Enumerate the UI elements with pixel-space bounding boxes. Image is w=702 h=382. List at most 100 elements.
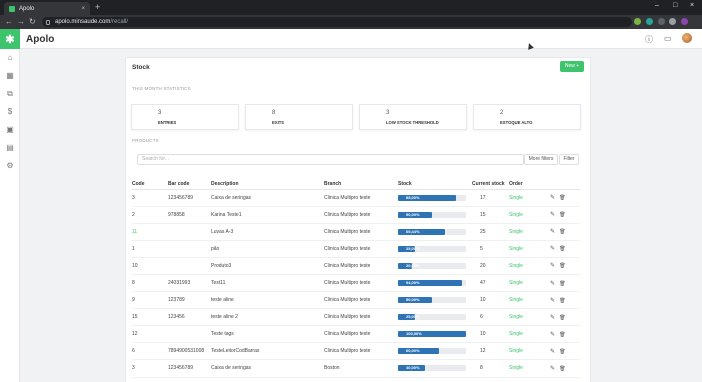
profile-icon[interactable]	[681, 18, 688, 25]
filter-button[interactable]: Filter	[559, 154, 579, 165]
edit-icon[interactable]: ✎	[550, 263, 555, 269]
more-filters-button[interactable]: More filters	[524, 154, 558, 165]
workflow-icon[interactable]: ⧉	[5, 89, 15, 99]
minimize-icon[interactable]: –	[655, 2, 659, 9]
cell-current-stock: 12	[472, 342, 509, 361]
avatar[interactable]	[682, 33, 692, 43]
tab-close-icon[interactable]: ×	[81, 6, 85, 12]
delete-icon[interactable]: 🗑	[559, 263, 565, 269]
finance-icon[interactable]: $	[5, 107, 15, 117]
edit-icon[interactable]: ✎	[550, 366, 555, 372]
stat-card-high-stock: 2 ESTOQUE ALTO	[473, 104, 581, 130]
address-bar[interactable]: apolo.minsaude.com /recall/	[42, 17, 632, 27]
delete-icon[interactable]: 🗑	[559, 212, 565, 218]
cell-description: Caixa de seringas	[211, 189, 324, 207]
stock-bag-icon[interactable]: ▣	[5, 125, 15, 135]
col-order[interactable]: Order	[509, 179, 550, 190]
forward-icon[interactable]: →	[17, 17, 25, 27]
maximize-icon[interactable]: □	[673, 2, 677, 9]
edit-icon[interactable]: ✎	[550, 315, 555, 321]
calendar-icon[interactable]: ▦	[5, 71, 15, 81]
delete-icon[interactable]: 🗑	[559, 332, 565, 338]
stat-card-exits: 8 EXITS	[245, 104, 353, 130]
cell-order: Single	[509, 274, 550, 293]
cell-code: 9	[132, 291, 168, 310]
delete-icon[interactable]: 🗑	[559, 298, 565, 304]
edit-icon[interactable]: ✎	[550, 281, 555, 287]
stock-card: Stock New + THIS MONTH STATISTICS 3 ENTR…	[125, 57, 591, 382]
col-code[interactable]: Code	[132, 179, 168, 190]
table-icon[interactable]: ▤	[5, 143, 15, 153]
search-input[interactable]: Search for...	[137, 154, 524, 165]
col-stock[interactable]: Stock	[398, 179, 472, 190]
table-row[interactable]: 6 7894900531008 TesteLeitorCodBarras Clinic…	[132, 342, 580, 361]
edit-icon[interactable]: ✎	[550, 195, 555, 201]
cell-branch: Clinica Multipro teste	[324, 223, 398, 241]
table-row[interactable]: 8 24031993 Test11 Clinica Multipro teste 94,…	[132, 274, 580, 293]
extensions-puzzle-icon[interactable]	[669, 18, 676, 25]
app-logo-icon[interactable]: ✱	[0, 29, 20, 49]
table-row[interactable]: 11 Luvas A-3 Clinica Multipro teste 69,44% 2…	[132, 223, 580, 241]
delete-icon[interactable]: 🗑	[559, 246, 565, 252]
products-table: Code Bar code Description Branch Stock C…	[132, 179, 580, 382]
delete-icon[interactable]: 🗑	[559, 229, 565, 235]
edit-icon[interactable]: ✎	[550, 229, 555, 235]
cell-branch: Boston	[324, 359, 398, 378]
close-window-icon[interactable]: ×	[690, 2, 694, 9]
help-icon[interactable]: ⓘ	[645, 34, 653, 45]
cell-branch: Clinica Multipro teste	[324, 308, 398, 327]
cell-barcode: 978858	[168, 206, 211, 224]
col-current-stock[interactable]: Current stock	[472, 179, 509, 190]
browser-tab[interactable]: Apolo ×	[4, 2, 90, 15]
table-row[interactable]: 2 978858 Karina Teste1 Clinica Multipro tes…	[132, 206, 580, 224]
delete-icon[interactable]: 🗑	[559, 281, 565, 287]
extension-icon[interactable]	[634, 18, 641, 25]
edit-icon[interactable]: ✎	[550, 298, 555, 304]
delete-icon[interactable]: 🗑	[559, 349, 565, 355]
extension-icon[interactable]	[646, 18, 653, 25]
edit-icon[interactable]: ✎	[550, 212, 555, 218]
cell-barcode	[168, 377, 211, 382]
col-branch[interactable]: Branch	[324, 179, 398, 190]
cell-barcode: 123789	[168, 291, 211, 310]
cell-description: pão	[211, 240, 324, 258]
cell-actions: ✎ 🗑	[550, 342, 580, 361]
table-row[interactable]: 9 123789 teste aline Clinica Multipro teste…	[132, 291, 580, 310]
stock-progress-bar: 94,00%	[398, 280, 466, 287]
table-row[interactable]: 15 123456 teste aline 2 Clinica Multipro te…	[132, 308, 580, 327]
col-barcode[interactable]: Bar code	[168, 179, 211, 190]
cell-stock: 40,00%	[398, 359, 472, 378]
home-icon[interactable]: ⌂	[5, 53, 15, 63]
edit-icon[interactable]: ✎	[550, 332, 555, 338]
settings-gear-icon[interactable]: ⚙	[5, 161, 15, 171]
chat-icon[interactable]: ▭	[664, 34, 672, 43]
cell-code: 12	[132, 325, 168, 344]
edit-icon[interactable]: ✎	[550, 349, 555, 355]
back-icon[interactable]: ←	[5, 17, 13, 27]
new-button[interactable]: New +	[560, 61, 584, 72]
table-row[interactable]: 10 Produto3Boston20,00%20Single✎ 🗑	[132, 377, 580, 382]
cell-barcode	[168, 223, 211, 241]
stat-value: 8	[272, 110, 276, 116]
table-row[interactable]: 10 Produto3 Clinica Multipro teste 20,00% 20…	[132, 257, 580, 275]
reload-icon[interactable]: ↻	[29, 17, 36, 27]
table-row[interactable]: 12 Teste tags Clinica Multipro teste 100,00…	[132, 325, 580, 344]
cell-actions: ✎ 🗑	[550, 359, 580, 378]
delete-icon[interactable]: 🗑	[559, 315, 565, 321]
cell-description: Karina Teste1	[211, 206, 324, 224]
cell-barcode	[168, 257, 211, 275]
table-row[interactable]: 1 pão Clinica Multipro teste 25,00% 5 Single ✎…	[132, 240, 580, 258]
cell-description: TesteLeitorCodBarras	[211, 342, 324, 361]
delete-icon[interactable]: 🗑	[559, 195, 565, 201]
delete-icon[interactable]: 🗑	[559, 366, 565, 372]
edit-icon[interactable]: ✎	[550, 246, 555, 252]
cell-code: 3	[132, 189, 168, 207]
table-row[interactable]: 3 123456789 Caixa de seringas Clinica Multi…	[132, 189, 580, 207]
new-tab-button[interactable]: +	[95, 2, 100, 13]
extension-icon[interactable]	[658, 18, 665, 25]
cell-code: 6	[132, 342, 168, 361]
col-description[interactable]: Description	[211, 179, 324, 190]
table-row[interactable]: 3 123456789 Caixa de seringas Boston 40,00% 8…	[132, 359, 580, 378]
stock-percent: 94,00%	[406, 280, 420, 286]
stat-card-low-stock: 3 LOW STOCK THRESHOLD	[359, 104, 467, 130]
